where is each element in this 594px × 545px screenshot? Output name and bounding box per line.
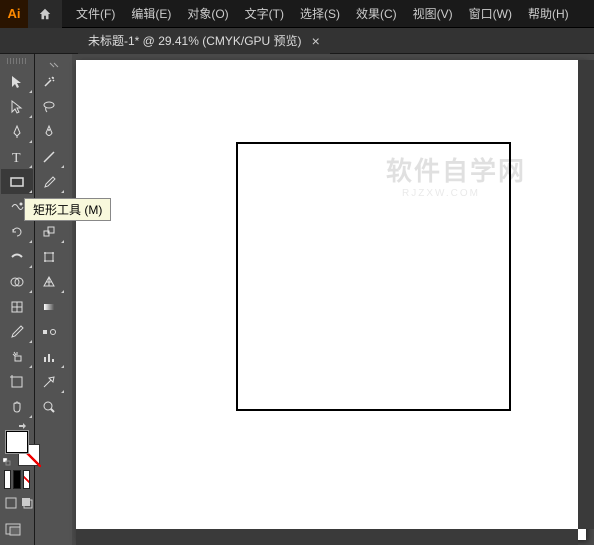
rectangle-tool[interactable] <box>1 169 33 194</box>
pen-tool[interactable] <box>1 119 33 144</box>
line-segment-tool[interactable] <box>33 144 65 169</box>
menu-edit[interactable]: 编辑(E) <box>123 0 179 28</box>
artboard-tool[interactable] <box>1 369 33 394</box>
gradient-button[interactable] <box>13 470 20 489</box>
menu-file[interactable]: 文件(F) <box>68 0 123 28</box>
symbol-sprayer-tool[interactable] <box>1 344 33 369</box>
free-transform-tool[interactable] <box>33 244 65 269</box>
close-tab-button[interactable]: × <box>312 33 320 49</box>
menu-view[interactable]: 视图(V) <box>405 0 461 28</box>
artboard[interactable]: 软件自学网 RJZXW.COM <box>76 60 586 540</box>
app-logo: Ai <box>0 0 28 28</box>
menu-window[interactable]: 窗口(W) <box>461 0 520 28</box>
menu-effect[interactable]: 效果(C) <box>348 0 405 28</box>
drawn-rectangle[interactable] <box>236 142 511 411</box>
screen-mode-row <box>0 518 34 544</box>
app-logo-text: Ai <box>8 6 21 21</box>
rotate-tool[interactable] <box>1 219 33 244</box>
menu-select[interactable]: 选择(S) <box>292 0 348 28</box>
hand-tool[interactable] <box>1 394 33 419</box>
menu-object[interactable]: 对象(O) <box>179 0 236 28</box>
tooltip: 矩形工具 (M) <box>24 198 111 221</box>
width-tool[interactable] <box>1 244 33 269</box>
gradient-tool[interactable] <box>33 294 65 319</box>
toolbox-handle[interactable] <box>0 54 34 68</box>
toolbox: T <box>0 54 34 545</box>
perspective-grid-tool[interactable] <box>33 269 65 294</box>
tools-grid: T <box>0 68 34 420</box>
curvature-tool[interactable] <box>33 119 65 144</box>
default-fill-stroke-icon[interactable] <box>3 458 11 466</box>
scale-tool[interactable] <box>33 219 65 244</box>
column-graph-tool[interactable] <box>33 344 65 369</box>
horizontal-scrollbar[interactable] <box>76 529 578 545</box>
shape-builder-tool[interactable] <box>1 269 33 294</box>
document-tab-label: 未标题-1* @ 29.41% (CMYK/GPU 预览) <box>88 32 302 49</box>
draw-mode-row <box>0 491 34 518</box>
document-tab-bar: 未标题-1* @ 29.41% (CMYK/GPU 预览) × <box>0 28 594 54</box>
magic-wand-tool[interactable] <box>33 69 65 94</box>
fill-swatch[interactable] <box>5 430 29 454</box>
blend-tool[interactable] <box>33 319 65 344</box>
vertical-scrollbar[interactable] <box>578 60 594 529</box>
canvas-area[interactable]: 软件自学网 RJZXW.COM <box>72 54 594 545</box>
mesh-tool[interactable] <box>1 294 33 319</box>
lasso-tool[interactable] <box>33 94 65 119</box>
slice-tool[interactable] <box>33 369 65 394</box>
selection-tool[interactable] <box>1 69 33 94</box>
draw-normal[interactable] <box>4 493 18 512</box>
fill-stroke-control[interactable] <box>0 420 34 468</box>
zoom-tool[interactable] <box>33 394 65 419</box>
screen-mode-button[interactable] <box>4 522 26 540</box>
color-button[interactable] <box>4 470 11 489</box>
main-area: T <box>0 54 594 545</box>
svg-text:T: T <box>12 151 21 165</box>
menu-type[interactable]: 文字(T) <box>237 0 292 28</box>
menu-items: 文件(F) 编辑(E) 对象(O) 文字(T) 选择(S) 效果(C) 视图(V… <box>68 0 577 28</box>
color-mode-row <box>0 468 34 491</box>
eyedropper-tool[interactable] <box>1 319 33 344</box>
menu-help[interactable]: 帮助(H) <box>520 0 577 28</box>
paintbrush-tool[interactable] <box>33 169 65 194</box>
document-tab[interactable]: 未标题-1* @ 29.41% (CMYK/GPU 预览) × <box>78 28 330 54</box>
type-tool[interactable]: T <box>1 144 33 169</box>
home-button[interactable] <box>28 0 62 28</box>
menu-bar: Ai 文件(F) 编辑(E) 对象(O) 文字(T) 选择(S) 效果(C) 视… <box>0 0 594 28</box>
draw-behind[interactable] <box>20 493 34 512</box>
direct-selection-tool[interactable] <box>1 94 33 119</box>
none-button[interactable] <box>23 470 30 489</box>
